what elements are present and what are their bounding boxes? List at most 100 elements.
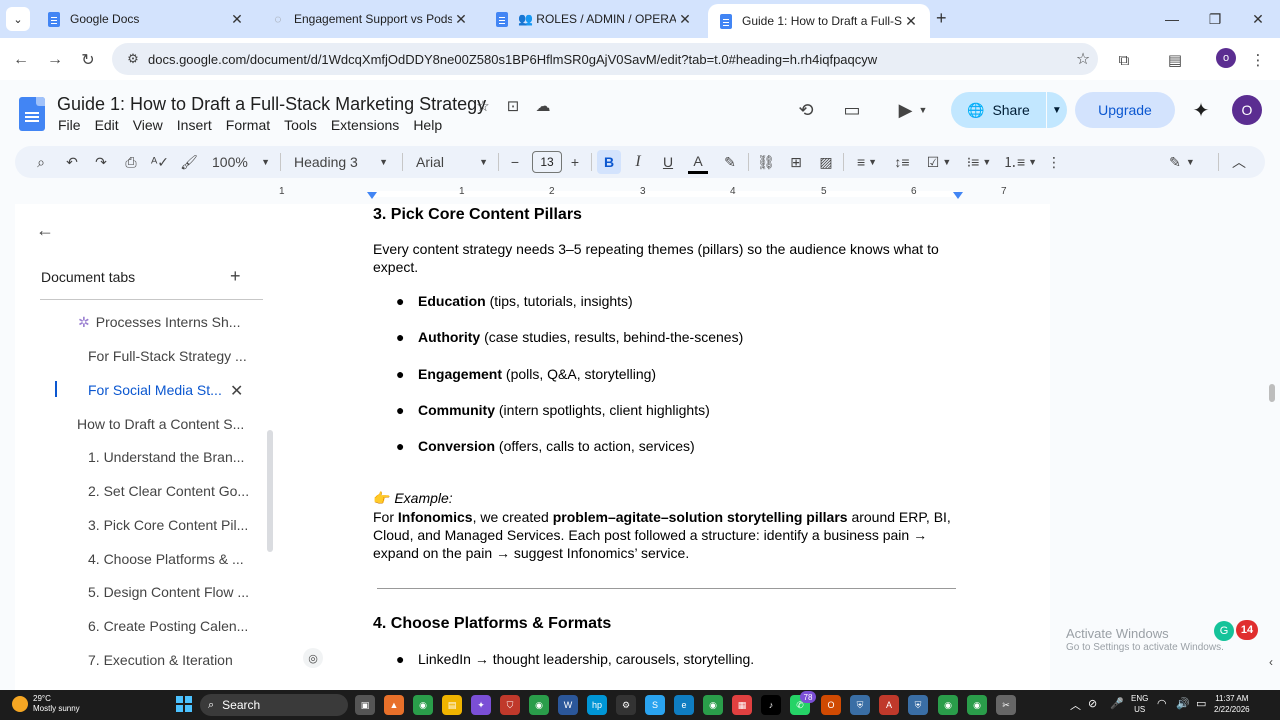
vpn-icon[interactable]: ⛨: [850, 695, 870, 715]
settings-icon[interactable]: ⚙: [616, 695, 636, 715]
move-folder-icon[interactable]: ⊡: [503, 96, 523, 116]
close-window-icon[interactable]: ✕: [1236, 0, 1280, 38]
paragraph-style-select[interactable]: Heading 3 ▼: [294, 150, 388, 174]
sidebar-item-heading-4[interactable]: 4. Choose Platforms & ...: [88, 551, 244, 567]
weather-widget[interactable]: 29°C Mostly sunny: [12, 694, 80, 714]
browser-profile-avatar[interactable]: o: [1216, 48, 1236, 68]
sidebar-scrollbar[interactable]: [267, 430, 273, 552]
close-icon[interactable]: ✕: [230, 381, 243, 401]
editing-mode-icon[interactable]: ✎ ▼: [1163, 150, 1201, 174]
list-item[interactable]: ● LinkedIn → thought leadership, carousel…: [396, 651, 754, 667]
version-history-icon[interactable]: ⟲: [793, 97, 819, 123]
office-icon[interactable]: O: [821, 695, 841, 715]
store-icon[interactable]: ▦: [732, 695, 752, 715]
document-scrollbar[interactable]: [1269, 384, 1275, 402]
star-icon[interactable]: ☆: [473, 96, 493, 116]
sidebar-item-heading-3[interactable]: 3. Pick Core Content Pil...: [88, 517, 248, 533]
menu-help[interactable]: Help: [413, 117, 442, 133]
list-item[interactable]: ● Education (tips, tutorials, insights): [396, 293, 633, 309]
sidebar-item-heading-5[interactable]: 5. Design Content Flow ...: [88, 584, 249, 600]
cloud-status-icon[interactable]: ☁: [533, 96, 553, 116]
back-icon[interactable]: ←: [9, 48, 33, 72]
menu-file[interactable]: File: [58, 117, 81, 133]
network-off-icon[interactable]: ⊘: [1088, 697, 1097, 710]
task-view-icon[interactable]: ▣: [355, 695, 375, 715]
increase-font-size-icon[interactable]: +: [565, 150, 585, 174]
side-panel-toggle-icon[interactable]: ‹: [1262, 650, 1280, 674]
decrease-font-size-icon[interactable]: −: [505, 150, 525, 174]
list-item[interactable]: ● Authority (case studies, results, behin…: [396, 329, 743, 345]
list-item[interactable]: ● Conversion (offers, calls to action, se…: [396, 438, 695, 454]
upgrade-button[interactable]: Upgrade: [1075, 92, 1175, 128]
italic-button[interactable]: I: [628, 150, 648, 174]
close-tab-icon[interactable]: ✕: [452, 11, 470, 28]
checklist-icon[interactable]: ☑ ▼: [921, 150, 957, 174]
minimize-window-icon[interactable]: —: [1150, 0, 1194, 38]
right-indent-marker[interactable]: [953, 192, 963, 199]
sidebar-item-heading-2[interactable]: 2. Set Clear Content Go...: [88, 483, 249, 499]
tab-search-button[interactable]: ⌄: [6, 7, 30, 31]
docs-logo-icon[interactable]: [19, 97, 45, 131]
list-item[interactable]: ● Community (intern spotlights, client hi…: [396, 402, 710, 418]
chrome-alt-icon[interactable]: ◉: [703, 695, 723, 715]
zoom-select[interactable]: 100% ▼: [212, 150, 270, 174]
left-indent-marker[interactable]: [367, 192, 377, 199]
bookmark-star-icon[interactable]: ☆: [1068, 49, 1098, 69]
skype-icon[interactable]: S: [645, 695, 665, 715]
bold-button[interactable]: B: [597, 150, 621, 174]
tray-chevron-icon[interactable]: ︿: [1070, 697, 1081, 713]
list-item[interactable]: ● Engagement (polls, Q&A, storytelling): [396, 366, 656, 382]
pdf-icon[interactable]: A: [879, 695, 899, 715]
battery-icon[interactable]: ▭: [1196, 697, 1206, 710]
close-tab-icon[interactable]: ✕: [676, 11, 694, 28]
sidebar-item-heading-7[interactable]: 7. Execution & Iteration: [88, 652, 233, 668]
sidebar-item-content-strategy[interactable]: How to Draft a Content S...: [77, 416, 244, 432]
font-select[interactable]: Arial ▼: [416, 150, 488, 174]
chrome-third-icon[interactable]: ◉: [938, 695, 958, 715]
share-dropdown-icon[interactable]: ▼: [1047, 105, 1067, 116]
forward-icon[interactable]: →: [43, 48, 67, 72]
sidebar-item-heading-6[interactable]: 6. Create Posting Calen...: [88, 618, 248, 634]
taskbar-search[interactable]: ⌕ Search: [200, 694, 348, 716]
wifi-icon[interactable]: ◠: [1157, 697, 1167, 710]
account-avatar[interactable]: O: [1232, 95, 1262, 125]
chrome-fourth-icon[interactable]: ◉: [967, 695, 987, 715]
comments-icon[interactable]: ▭: [839, 97, 865, 123]
insert-link-icon[interactable]: ⛓: [755, 150, 777, 174]
text-color-button[interactable]: A: [688, 150, 708, 174]
grammarly-icon[interactable]: G: [1214, 621, 1234, 641]
word-icon[interactable]: W: [558, 695, 578, 715]
shield-app-icon[interactable]: ⛉: [500, 695, 520, 715]
add-comment-icon[interactable]: ⊞: [785, 150, 807, 174]
system-clock[interactable]: 11:37 AM 2/22/2026: [1214, 693, 1250, 715]
line-spacing-icon[interactable]: ↕≡: [891, 150, 913, 174]
url-text[interactable]: docs.google.com/document/d/1WdcqXmfjOdDD…: [148, 52, 1068, 67]
redo-icon[interactable]: ↷: [90, 150, 112, 174]
example-label-line[interactable]: 👉 Example:: [373, 489, 453, 507]
extensions-icon[interactable]: ⧉: [1112, 48, 1136, 72]
copilot-icon[interactable]: ✦: [471, 695, 491, 715]
sidebar-item-processes[interactable]: ✲ Processes Interns Sh...: [78, 314, 240, 331]
close-tab-icon[interactable]: ✕: [228, 11, 246, 28]
numbered-list-icon[interactable]: ⒈≡ ▼: [1002, 150, 1038, 174]
section-3-heading[interactable]: 3. Pick Core Content Pillars: [373, 206, 582, 224]
example-paragraph[interactable]: For Infonomics, we created problem–agita…: [373, 508, 958, 562]
menu-format[interactable]: Format: [226, 117, 270, 133]
file-explorer-icon[interactable]: ▤: [442, 695, 462, 715]
highlight-icon[interactable]: ✎: [719, 150, 741, 174]
document-title[interactable]: Guide 1: How to Draft a Full-Stack Marke…: [57, 94, 486, 115]
new-tab-icon[interactable]: +: [936, 8, 947, 29]
browser-tab-engagement[interactable]: ◌ Engagement Support vs Pods ✕: [260, 0, 480, 38]
section-4-heading[interactable]: 4. Choose Platforms & Formats: [373, 615, 611, 633]
tiktok-icon[interactable]: ♪: [761, 695, 781, 715]
fingerprint-icon[interactable]: ◎: [303, 648, 323, 668]
search-menus-icon[interactable]: ⌕: [30, 150, 52, 174]
add-tab-icon[interactable]: +: [230, 266, 241, 287]
ruler[interactable]: [282, 186, 1050, 202]
hp-icon[interactable]: hp: [587, 695, 607, 715]
hide-menus-icon[interactable]: ︿: [1228, 150, 1250, 174]
insert-image-icon[interactable]: ▨: [815, 150, 837, 174]
sidebar-item-full-stack[interactable]: For Full-Stack Strategy ...: [88, 348, 247, 364]
menu-insert[interactable]: Insert: [177, 117, 212, 133]
bulleted-list-icon[interactable]: ⁝≡ ▼: [961, 150, 997, 174]
